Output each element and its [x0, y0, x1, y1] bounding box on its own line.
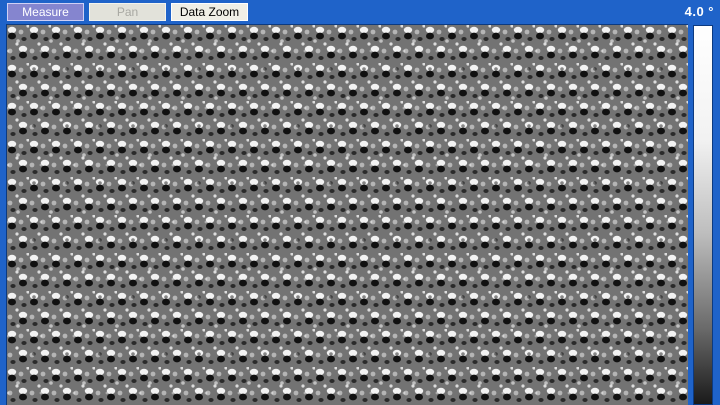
colorbar-max-label: 4.0 ° [684, 4, 714, 19]
pan-button[interactable]: Pan [89, 3, 166, 21]
lattice-image [7, 25, 688, 405]
app-window: Measure Pan Data Zoom 4.0 ° [0, 0, 720, 405]
toolbar: Measure Pan Data Zoom 4.0 ° [0, 0, 720, 24]
lattice-image-view[interactable] [6, 24, 688, 405]
lattice-overlay [7, 25, 688, 405]
colorbar [693, 25, 713, 405]
measure-button[interactable]: Measure [7, 3, 84, 21]
data-zoom-button[interactable]: Data Zoom [171, 3, 248, 21]
